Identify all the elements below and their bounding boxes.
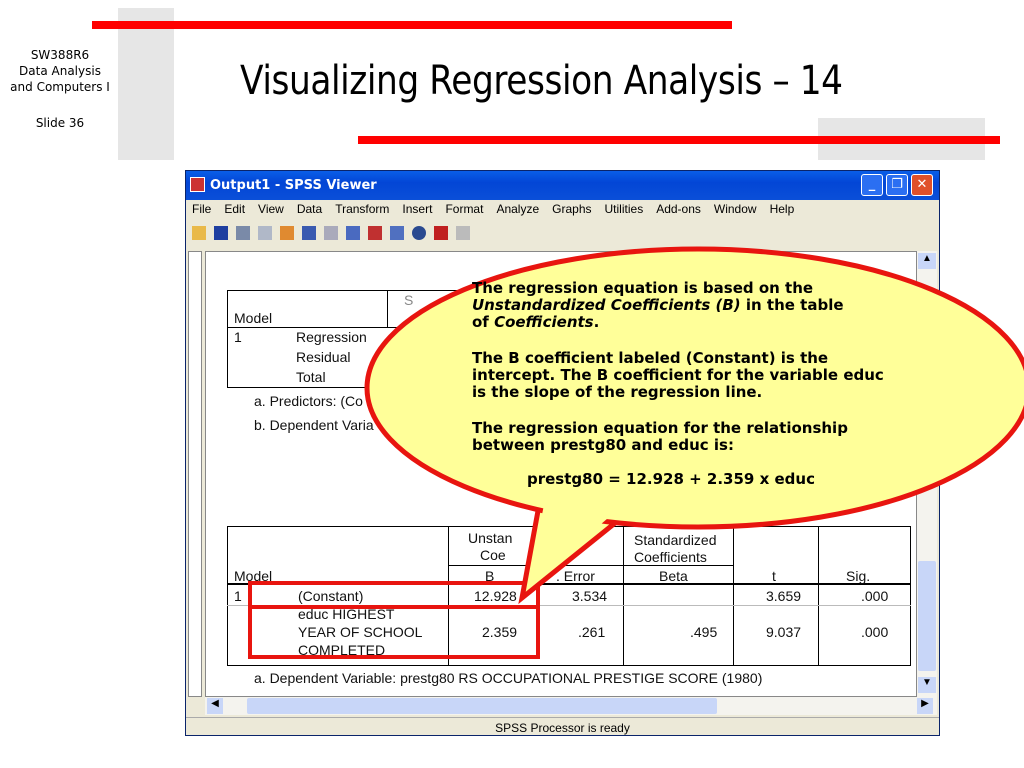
callout-paragraph-2: The B coefficient labeled (Constant) is … <box>472 349 884 401</box>
callout-paragraph-3: The regression equation for the relation… <box>472 419 848 454</box>
text-italic: Coefficients <box>494 313 594 331</box>
text: . <box>593 313 600 331</box>
text-italic: Unstandardized Coefficients (B) <box>472 296 741 314</box>
text: of <box>472 313 495 331</box>
text: in the table <box>740 296 844 314</box>
callout-paragraph-1: The regression equation is based on the U… <box>472 280 912 331</box>
callout-equation: prestg80 = 12.928 + 2.359 x educ <box>527 470 815 488</box>
text: The regression equation is based on the <box>472 279 814 297</box>
